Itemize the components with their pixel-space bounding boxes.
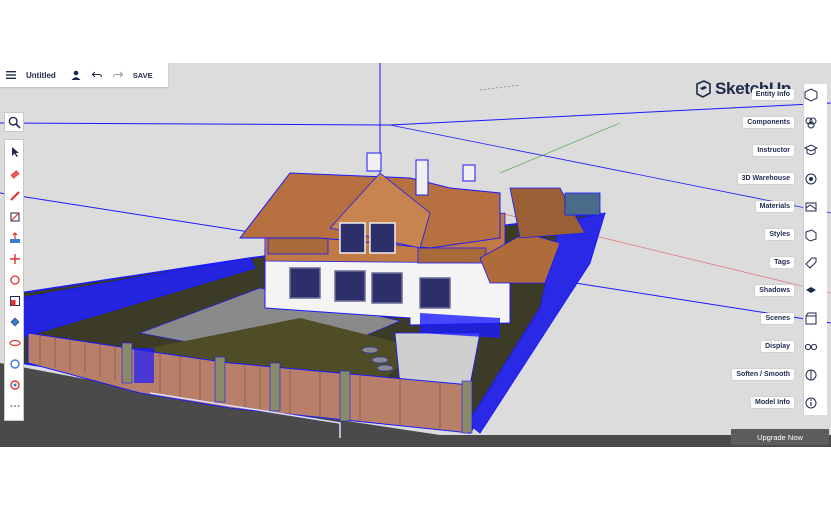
rectangle-icon [10,212,20,222]
panel-item-label: Components [743,117,794,128]
panel-item-label: Display [761,341,794,352]
panel-item-label: Materials [755,201,794,212]
styles-icon [799,223,823,247]
panel-item-label: Tags [770,257,794,268]
shadows-icon [799,279,823,303]
sketchup-app: Untitled SAVE SketchUp [0,63,831,447]
redo-icon [112,71,123,78]
orbit-tool[interactable] [5,333,25,353]
scenes-icon [799,307,823,331]
move-tool[interactable] [5,249,25,269]
search-tool[interactable] [4,112,24,132]
document-title[interactable]: Untitled [22,71,60,80]
soften-icon [799,363,823,387]
tool-palette [4,139,24,421]
tape-measure-tool[interactable] [5,354,25,374]
rectangle-tool[interactable] [5,207,25,227]
eraser-icon [10,170,20,179]
select-tool[interactable] [5,142,25,162]
scale-tool[interactable] [5,291,25,311]
panel-item-display[interactable]: Display [717,337,827,357]
panel-item-label: Scenes [761,313,794,324]
save-button[interactable]: SAVE [133,71,153,80]
panel-item-label: Shadows [755,285,794,296]
panel-item-model-info[interactable]: Model Info [717,393,827,413]
panel-item-label: Styles [765,229,794,240]
pencil-tool[interactable] [5,186,25,206]
rotate-icon [10,275,20,285]
materials-icon [799,195,823,219]
panel-item-tags[interactable]: Tags [717,253,827,273]
search-icon [8,116,21,129]
tape-measure-icon [10,359,20,369]
pencil-icon [10,191,20,201]
move-icon [10,254,20,264]
orbit-icon [9,339,21,347]
panel-item-label: Soften / Smooth [732,369,794,380]
display-icon [799,335,823,359]
instructor-icon [799,139,823,163]
panel-item-scenes[interactable]: Scenes [717,309,827,329]
panel-item-label: Instructor [753,145,794,156]
redo-button[interactable] [108,63,128,87]
scale-icon [10,296,20,306]
more-icon [10,405,20,407]
panel-item-label: Entity Info [751,89,794,100]
panel-item-instructor[interactable]: Instructor [717,141,827,161]
more-tools[interactable] [5,396,25,416]
undo-icon [91,71,102,78]
sketchup-logo-icon [696,80,711,98]
upgrade-button[interactable]: Upgrade Now [731,429,829,445]
tags-icon [799,251,823,275]
driveway [394,332,481,386]
menu-icon [6,71,16,79]
paint-bucket-icon [10,317,20,327]
eraser-tool[interactable] [5,164,25,184]
panel-item-label: 3D Warehouse [737,173,794,184]
panel-item-soften-smooth[interactable]: Soften / Smooth [717,365,827,385]
panel-item-styles[interactable]: Styles [717,225,827,245]
share-button[interactable] [66,63,86,87]
warehouse-icon [799,167,823,191]
undo-button[interactable] [86,63,108,87]
rotate-tool[interactable] [5,270,25,290]
menu-button[interactable] [0,63,22,87]
components-icon [799,111,823,135]
model-info-icon [799,391,823,415]
panel-item-entity-info[interactable]: Entity Info [717,85,827,105]
panel-item-label: Model Info [751,397,794,408]
paint-bucket-tool[interactable] [5,312,25,332]
panel-item-components[interactable]: Components [717,113,827,133]
push-pull-tool[interactable] [5,228,25,248]
user-icon [71,70,81,80]
panel-item-shadows[interactable]: Shadows [717,281,827,301]
select-icon [12,147,19,157]
panel-item-3d-warehouse[interactable]: 3D Warehouse [717,169,827,189]
entity-info-icon [799,83,823,107]
top-bar: Untitled SAVE [0,63,168,87]
section-plane-tool[interactable] [5,375,25,395]
panel-item-materials[interactable]: Materials [717,197,827,217]
push-pull-icon [10,232,20,243]
model-viewport[interactable] [0,63,831,447]
section-plane-icon [10,380,20,390]
